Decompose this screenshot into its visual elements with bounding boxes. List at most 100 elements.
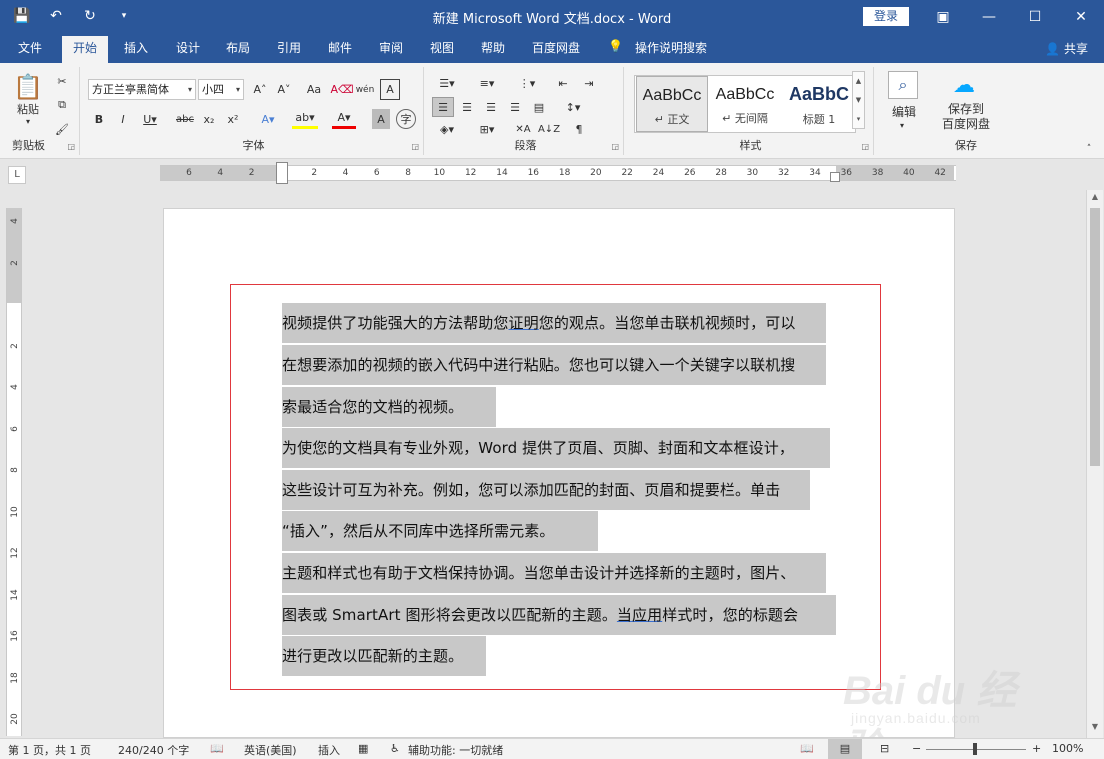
customize-qat-icon[interactable]: ▾: [114, 6, 134, 26]
zoom-slider-thumb[interactable]: [973, 743, 977, 755]
numbering-icon[interactable]: ≡▾: [472, 73, 502, 93]
text-line[interactable]: 索最适合您的文档的视频。: [282, 387, 496, 427]
word-count[interactable]: 240/240 个字: [118, 742, 189, 758]
phonetic-guide-icon[interactable]: wén: [354, 79, 376, 100]
indent-markers[interactable]: [276, 162, 288, 184]
zoom-level[interactable]: 100%: [1052, 742, 1083, 755]
scrollbar-thumb[interactable]: [1090, 208, 1100, 466]
maximize-icon[interactable]: ☐: [1012, 0, 1058, 33]
sort-icon[interactable]: A↓Z: [538, 119, 560, 139]
bullets-icon[interactable]: ☰▾: [432, 73, 462, 93]
tab-selector-icon[interactable]: L: [8, 166, 26, 184]
tab-insert[interactable]: 插入: [124, 39, 148, 56]
line-spacing-icon[interactable]: ↕▾: [558, 97, 588, 117]
chinese-layout-icon[interactable]: ✕A: [512, 119, 534, 139]
tell-me-search[interactable]: 操作说明搜索: [635, 39, 707, 56]
read-mode-icon[interactable]: 📖: [800, 742, 814, 755]
change-case-icon[interactable]: Aa: [302, 79, 326, 100]
character-shading-icon[interactable]: A: [372, 109, 390, 129]
tab-home[interactable]: 开始: [62, 36, 109, 63]
tab-help[interactable]: 帮助: [481, 39, 505, 56]
style-no-spacing[interactable]: AaBbCc ↵ 无间隔: [709, 76, 781, 132]
shrink-font-icon[interactable]: A˅: [274, 79, 294, 100]
proofing-icon[interactable]: 📖: [210, 742, 224, 755]
login-button[interactable]: 登录: [863, 7, 909, 26]
minimize-icon[interactable]: —: [966, 0, 1012, 33]
superscript-icon[interactable]: x²: [224, 109, 242, 129]
copy-icon[interactable]: ⧉: [52, 95, 72, 115]
underline-icon[interactable]: U▾: [138, 109, 162, 129]
save-icon[interactable]: 💾: [12, 6, 32, 26]
shading-icon[interactable]: ◈▾: [432, 119, 462, 139]
font-size-combo[interactable]: 小四 ▾: [198, 79, 244, 100]
text-line[interactable]: 主题和样式也有助于文档保持协调。当您单击设计并选择新的主题时，图片、: [282, 553, 826, 593]
show-formatting-marks-icon[interactable]: ¶: [568, 119, 590, 139]
multilevel-list-icon[interactable]: ⋮▾: [512, 73, 542, 93]
dialog-launcher-icon[interactable]: ◲: [611, 142, 619, 151]
cut-icon[interactable]: ✂: [52, 71, 72, 91]
accessibility-icon[interactable]: ♿: [390, 742, 400, 755]
grow-font-icon[interactable]: A˄: [250, 79, 270, 100]
insert-mode[interactable]: 插入: [318, 742, 340, 758]
close-icon[interactable]: ✕: [1058, 0, 1104, 33]
strikethrough-icon[interactable]: abc: [174, 109, 196, 129]
justify-icon[interactable]: ☰: [504, 97, 526, 117]
zoom-in-icon[interactable]: +: [1032, 742, 1041, 755]
text-line[interactable]: 为使您的文档具有专业外观，Word 提供了页眉、页脚、封面和文本框设计，: [282, 428, 830, 468]
macro-icon[interactable]: ▦: [358, 742, 368, 755]
style-normal[interactable]: AaBbCc ↵ 正文: [636, 76, 708, 132]
print-layout-icon[interactable]: ▤: [828, 739, 862, 759]
save-to-baidu-button[interactable]: 保存到 百度网盘: [934, 101, 998, 133]
tab-view[interactable]: 视图: [430, 39, 454, 56]
clear-formatting-icon[interactable]: A⌫: [330, 79, 353, 100]
text-line[interactable]: 图表或 SmartArt 图形将会更改以匹配新的主题。当应用样式时，您的标题会: [282, 595, 836, 635]
web-layout-icon[interactable]: ⊟: [880, 742, 889, 755]
tab-file[interactable]: 文件: [18, 39, 42, 56]
undo-icon[interactable]: ↶: [46, 6, 66, 26]
editing-button[interactable]: 编辑: [880, 103, 928, 119]
align-right-icon[interactable]: ☰: [480, 97, 502, 117]
page-count[interactable]: 第 1 页，共 1 页: [8, 742, 91, 758]
format-painter-icon[interactable]: 🖌: [52, 119, 72, 139]
dialog-launcher-icon[interactable]: ◲: [861, 142, 869, 151]
tab-review[interactable]: 审阅: [379, 39, 403, 56]
distributed-icon[interactable]: ▤: [528, 97, 550, 117]
character-border-icon[interactable]: A: [380, 79, 400, 100]
subscript-icon[interactable]: x₂: [200, 109, 218, 129]
tab-mailings[interactable]: 邮件: [328, 39, 352, 56]
scroll-up-icon[interactable]: ▲: [1087, 192, 1103, 206]
borders-icon[interactable]: ⊞▾: [472, 119, 502, 139]
right-indent-marker[interactable]: [830, 172, 840, 182]
bold-icon[interactable]: B: [90, 109, 108, 129]
text-effects-icon[interactable]: A▾: [256, 109, 280, 129]
share-button[interactable]: 👤 共享: [1045, 40, 1088, 57]
style-heading-1[interactable]: AaBbC 标题 1: [783, 76, 855, 132]
tab-layout[interactable]: 布局: [226, 39, 250, 56]
scroll-down-icon[interactable]: ▼: [1087, 722, 1103, 736]
dialog-launcher-icon[interactable]: ◲: [67, 142, 75, 151]
italic-icon[interactable]: I: [114, 109, 132, 129]
text-line[interactable]: 视频提供了功能强大的方法帮助您证明您的观点。当您单击联机视频时，可以: [282, 303, 826, 343]
vertical-scrollbar[interactable]: ▲ ▼: [1086, 190, 1103, 738]
language[interactable]: 英语(美国): [244, 742, 297, 758]
styles-gallery-scroll[interactable]: ▲ ▼ ▾: [852, 71, 865, 129]
tab-baidu-netdisk[interactable]: 百度网盘: [532, 39, 580, 56]
align-center-icon[interactable]: ☰: [456, 97, 478, 117]
ribbon-display-options-icon[interactable]: ▣: [920, 0, 966, 33]
search-icon[interactable]: ⌕: [888, 71, 918, 99]
text-line[interactable]: 这些设计可互为补充。例如，您可以添加匹配的封面、页眉和提要栏。单击: [282, 470, 810, 510]
enclose-characters-icon[interactable]: 字: [396, 109, 416, 129]
tab-references[interactable]: 引用: [277, 39, 301, 56]
increase-indent-icon[interactable]: ⇥: [578, 73, 600, 93]
dialog-launcher-icon[interactable]: ◲: [411, 142, 419, 151]
decrease-indent-icon[interactable]: ⇤: [552, 73, 574, 93]
highlight-color-icon[interactable]: ab▾: [292, 109, 318, 129]
font-color-icon[interactable]: A▾: [332, 109, 356, 129]
collapse-ribbon-icon[interactable]: ˄: [1082, 143, 1096, 155]
redo-icon[interactable]: ↻: [80, 6, 100, 26]
align-left-icon[interactable]: ☰: [432, 97, 454, 117]
text-line[interactable]: “插入”，然后从不同库中选择所需元素。: [282, 511, 598, 551]
tab-design[interactable]: 设计: [176, 39, 200, 56]
zoom-out-icon[interactable]: −: [912, 742, 921, 755]
paste-button[interactable]: 📋 粘贴 ▾: [10, 71, 46, 127]
